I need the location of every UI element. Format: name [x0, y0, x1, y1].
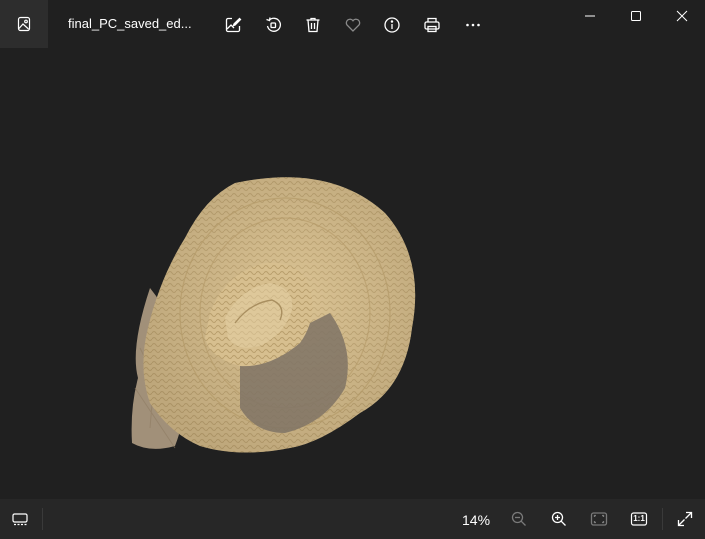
print-button[interactable] — [419, 12, 445, 38]
info-icon — [383, 16, 401, 34]
toolbar-divider — [42, 508, 43, 530]
app-icon-button[interactable] — [0, 0, 48, 48]
close-icon — [676, 10, 688, 22]
zoom-out-button[interactable] — [507, 507, 531, 531]
zoom-level[interactable]: 14% — [462, 512, 490, 528]
rotate-button[interactable] — [260, 12, 286, 38]
more-icon — [464, 16, 482, 34]
edit-image-button[interactable] — [220, 12, 246, 38]
info-button[interactable] — [379, 12, 405, 38]
more-button[interactable] — [460, 12, 486, 38]
zoom-out-icon — [510, 510, 528, 528]
print-icon — [423, 16, 441, 34]
filmstrip-icon — [11, 510, 29, 528]
filmstrip-button[interactable] — [8, 507, 32, 531]
image-canvas[interactable] — [0, 48, 705, 499]
edit-image-icon — [224, 16, 242, 34]
toolbar-divider-right — [662, 508, 663, 530]
actual-size-icon: 1:1 — [630, 510, 648, 528]
zoom-in-button[interactable] — [547, 507, 571, 531]
fit-to-window-icon — [590, 510, 608, 528]
rotate-icon — [264, 16, 282, 34]
title-bar: final_PC_saved_ed... — [0, 0, 705, 48]
actual-size-button[interactable]: 1:1 — [627, 507, 651, 531]
favorite-button[interactable] — [340, 12, 366, 38]
minimize-icon — [584, 10, 596, 22]
delete-button[interactable] — [300, 12, 326, 38]
zoom-in-icon — [550, 510, 568, 528]
straw-hat-image — [131, 177, 416, 453]
actual-size-label: 1:1 — [633, 514, 645, 523]
trash-icon — [304, 16, 322, 34]
minimize-button[interactable] — [567, 0, 613, 32]
photos-app-icon — [16, 16, 32, 32]
fullscreen-icon — [676, 510, 694, 528]
file-name-title: final_PC_saved_ed... — [68, 16, 192, 31]
close-button[interactable] — [659, 0, 705, 32]
heart-icon — [344, 16, 362, 34]
photos-window: final_PC_saved_ed... 14% 1:1 — [0, 0, 705, 539]
bottom-toolbar: 14% 1:1 — [0, 499, 705, 539]
fit-to-window-button[interactable] — [587, 507, 611, 531]
maximize-button[interactable] — [613, 0, 659, 32]
maximize-icon — [630, 10, 642, 22]
fullscreen-button[interactable] — [673, 507, 697, 531]
